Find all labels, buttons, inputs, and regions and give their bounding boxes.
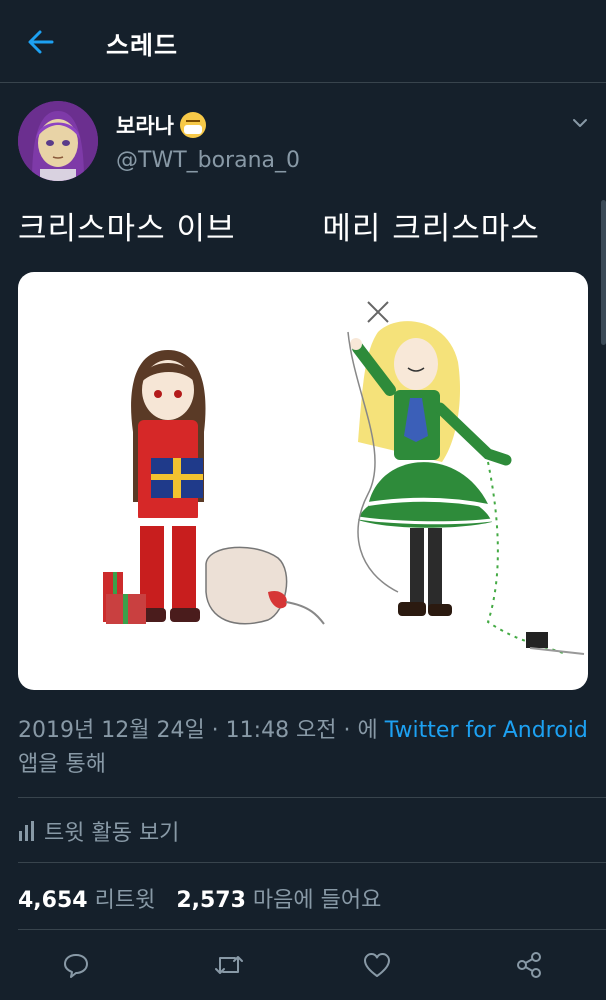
share-button[interactable] (509, 945, 549, 985)
like-button[interactable] (357, 945, 397, 985)
display-name[interactable]: 보라나 (116, 110, 206, 140)
back-arrow-icon[interactable] (26, 28, 56, 56)
scrollbar[interactable] (601, 200, 606, 345)
tweet-image[interactable] (18, 272, 588, 690)
likes-count: 2,573 (176, 888, 246, 913)
retweets-count: 4,654 (18, 888, 88, 913)
mask-emoji-icon (179, 112, 206, 138)
likes-stat[interactable]: 2,573 마음에 들어요 (176, 888, 381, 913)
source-suffix: 앱을 통해 (18, 752, 106, 777)
retweet-button[interactable] (209, 945, 249, 985)
retweets-label: 리트윗 (94, 888, 156, 913)
retweets-stat[interactable]: 4,654 리트윗 (18, 888, 155, 913)
tweet-text-part2: 메리 크리스마스 (322, 211, 540, 247)
tweet-activity-link[interactable]: 트윗 활동 보기 (18, 815, 179, 847)
source-link[interactable]: Twitter for Android (385, 718, 588, 743)
display-name-text: 보라나 (116, 114, 174, 138)
retweet-icon (215, 956, 243, 974)
divider (18, 929, 606, 930)
divider (18, 862, 606, 863)
speech-bubble-icon (64, 954, 88, 978)
share-icon (517, 952, 541, 978)
page-title: 스레드 (106, 31, 179, 60)
avatar-illustration (18, 101, 98, 181)
tweet-stats: 4,654 리트윗 2,573 마음에 들어요 (18, 882, 381, 914)
avatar[interactable] (18, 101, 98, 181)
activity-label: 트윗 활동 보기 (44, 821, 180, 846)
reply-button[interactable] (56, 945, 96, 985)
action-bar (0, 945, 606, 985)
tweet-date: 2019년 12월 24일 · 11:48 오전 · 에 (18, 718, 385, 743)
top-bar: 스레드 (0, 0, 606, 83)
chevron-down-icon[interactable] (570, 113, 590, 133)
user-handle[interactable]: @TWT_borana_0 (116, 148, 300, 173)
bar-chart-icon (19, 821, 34, 841)
tweet-metadata: 2019년 12월 24일 · 11:48 오전 · 에 Twitter for… (18, 714, 588, 782)
heart-icon (364, 953, 390, 977)
christmas-illustration (103, 301, 585, 655)
tweet-text: 크리스마스 이브 메리 크리스마스 (18, 203, 540, 248)
tweet-text-part1: 크리스마스 이브 (18, 211, 236, 247)
divider (18, 797, 606, 798)
likes-label: 마음에 들어요 (252, 888, 382, 913)
